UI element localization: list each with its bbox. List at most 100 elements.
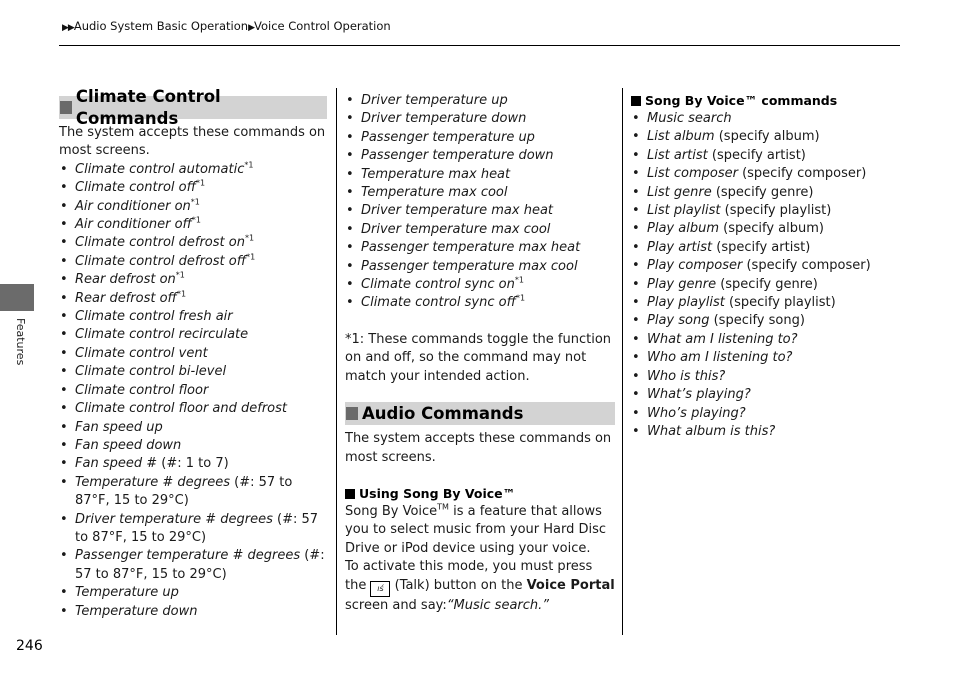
command-text: Play playlist [647, 295, 725, 311]
list-item: List artist (specify artist) [631, 147, 896, 166]
command-text: List album [647, 129, 715, 145]
list-item: Climate control defrost off*1 [59, 252, 327, 272]
footnote-marker: *1 [514, 275, 524, 285]
footnote-marker: *1 [246, 252, 256, 262]
command-text: Temperature # degrees [75, 474, 231, 490]
section-heading-audio: Audio Commands [345, 402, 615, 426]
list-item: List composer (specify composer) [631, 165, 896, 184]
list-item: List album (specify album) [631, 128, 896, 147]
command-text: Passenger temperature down [361, 148, 554, 164]
command-text: List playlist [647, 203, 721, 219]
list-item: What’s playing? [631, 386, 896, 405]
column-divider [336, 88, 337, 635]
list-item: Play genre (specify genre) [631, 276, 896, 295]
command-text: Passenger temperature max cool [361, 258, 578, 274]
command-note: (specify album) [718, 221, 824, 237]
command-text: Rear defrost off [75, 290, 177, 306]
column-divider [622, 88, 623, 635]
list-item: Climate control vent [59, 345, 327, 364]
list-item: Rear defrost on*1 [59, 271, 327, 290]
command-note: (specify composer) [737, 166, 867, 182]
list-item: Climate control floor and defrost [59, 400, 327, 419]
command-text: Fan speed up [75, 419, 163, 435]
footnote-marker: *1 [176, 289, 187, 299]
command-note: (specify playlist) [724, 295, 836, 311]
breadcrumb-item[interactable]: Audio System Basic Operation [74, 19, 248, 33]
breadcrumb-item[interactable]: Voice Control Operation [254, 19, 391, 33]
list-item: What am I listening to? [631, 331, 896, 350]
list-item: Passenger temperature down [345, 147, 615, 166]
command-text: Climate control vent [75, 345, 208, 361]
command-text: List composer [647, 166, 738, 182]
list-item: Temperature # degrees (#: 57 to 87°F, 15… [59, 474, 327, 511]
heading-text: Climate Control Commands [75, 86, 221, 128]
command-text: Driver temperature max heat [361, 203, 554, 219]
command-note: (#: 1 to 7) [157, 456, 229, 472]
talk-icon: ıś [370, 580, 391, 597]
list-item: Play album (specify album) [631, 220, 896, 239]
command-note: (specify playlist) [720, 203, 832, 219]
list-item: Play song (specify song) [631, 312, 896, 331]
list-item: Rear defrost off*1 [59, 289, 327, 309]
list-item: Climate control fresh air [59, 308, 327, 327]
list-item: Temperature max heat [345, 166, 615, 185]
header-divider [59, 45, 900, 46]
command-text: Climate control defrost off [75, 253, 247, 269]
command-text: What album is this? [647, 423, 776, 439]
heading-square-icon [346, 407, 358, 421]
footnote-marker: *1 [515, 294, 526, 304]
breadcrumb: ▶▶Audio System Basic Operation▶Voice Con… [62, 19, 391, 33]
command-text: Fan speed # [75, 456, 158, 472]
list-item: Climate control recirculate [59, 326, 327, 345]
list-item: Driver temperature # degrees (#: 57 to 8… [59, 511, 327, 548]
sbv-command-list: Music searchList album (specify album)Li… [631, 110, 896, 442]
list-item: Air conditioner off*1 [59, 216, 327, 235]
command-text: Driver temperature down [361, 111, 527, 127]
list-item: Climate control sync on*1 [345, 275, 615, 295]
command-text: What’s playing? [647, 387, 751, 403]
command-text: Rear defrost on [75, 272, 176, 288]
command-note: (specify artist) [712, 239, 811, 255]
list-item: Air conditioner on*1 [59, 198, 327, 217]
section-tab-label: Features [14, 318, 27, 366]
command-text: Temperature max cool [361, 185, 508, 201]
list-item: Temperature up [59, 584, 327, 603]
list-item: Passenger temperature # degrees (#: 57 t… [59, 547, 327, 584]
list-item: Driver temperature max cool [345, 221, 615, 240]
command-text: Play artist [647, 239, 713, 255]
list-item: Fan speed # (#: 1 to 7) [59, 455, 327, 474]
command-text: Music search [647, 111, 732, 126]
subheading-sbv-commands: Song By Voice™ commands [631, 92, 896, 110]
list-item: What album is this? [631, 423, 896, 442]
column-2: Driver temperature up Driver temperature … [345, 92, 615, 615]
command-text: Play composer [647, 258, 743, 274]
command-note: (specify composer) [742, 258, 871, 274]
section-tab[interactable] [0, 284, 34, 311]
command-text: Who’s playing? [647, 405, 746, 421]
command-text: Play album [647, 221, 719, 237]
climate-command-list: Climate control automatic*1Climate contr… [59, 160, 327, 622]
breadcrumb-arrow-icon: ▶▶ [62, 23, 75, 33]
subheading-square-icon [345, 488, 355, 499]
list-item: Play composer (specify composer) [631, 257, 896, 276]
command-note: (specify genre) [711, 184, 814, 200]
footnote-marker: *1 [195, 178, 206, 188]
command-text: Who is this? [647, 368, 726, 384]
footnote: *1: These commands toggle the function o… [345, 331, 612, 384]
list-item: Climate control bi-level [59, 363, 327, 382]
list-item: Who am I listening to? [631, 349, 896, 368]
command-text: List artist [647, 147, 708, 163]
page-number: 246 [16, 638, 43, 654]
footnote-marker: *1 [244, 160, 254, 170]
command-note: (specify song) [709, 313, 805, 329]
command-note: (specify album) [714, 129, 820, 145]
command-text: Air conditioner on [75, 198, 191, 214]
command-note: (specify genre) [716, 276, 818, 292]
command-text: Climate control defrost on [75, 235, 245, 251]
list-item: Fan speed down [59, 437, 327, 456]
command-text: Climate control off [75, 180, 196, 196]
column-3: Song By Voice™ commands Music search List… [631, 92, 896, 442]
list-item: Who’s playing? [631, 405, 896, 424]
command-text: Climate control automatic [75, 161, 245, 177]
subheading-using-sbv: Using Song By Voice™ [345, 485, 615, 503]
